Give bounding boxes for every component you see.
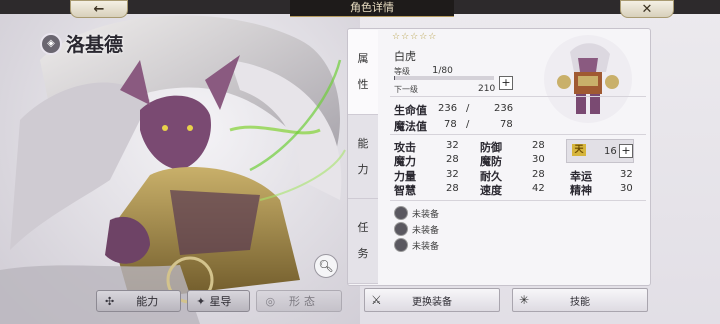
change-equipment-label: 更换装备 <box>412 296 452 308</box>
mp-current: 78 <box>444 119 457 130</box>
equipment-slot-label: 未装备 <box>412 209 440 220</box>
tab-quests[interactable]: 任 务 <box>348 199 378 285</box>
hp-current: 236 <box>438 103 458 114</box>
back-button[interactable]: ← <box>70 0 128 18</box>
equipment-slot-icon <box>394 238 408 252</box>
star-guide-icon: ✦ <box>196 294 206 308</box>
mp-row: 魔法值 78 / 78 <box>394 118 513 134</box>
stat-magic-value: 28 <box>446 154 459 165</box>
equipment-slot[interactable]: 未装备 <box>394 206 439 220</box>
ability-button[interactable]: ✣ 能力 <box>96 290 182 312</box>
character-chibi-sprite <box>544 35 632 123</box>
star-guide-button[interactable]: ✦ 星导 <box>187 290 251 312</box>
stat-wisdom-label: 智慧 <box>394 184 416 197</box>
hp-sep: / <box>466 103 470 114</box>
stat-spirit-value: 30 <box>620 183 633 194</box>
mp-max: 78 <box>500 119 513 130</box>
divider <box>390 96 646 97</box>
page-title: 角色详情 <box>290 0 454 17</box>
side-tabs: 属 性 能 力 任 务 <box>348 30 378 285</box>
level-current: 1 <box>432 65 439 76</box>
skills-label: 技能 <box>570 296 590 308</box>
level-max: 80 <box>441 66 453 76</box>
class-name: 白虎 <box>394 50 416 63</box>
stat-magic-label: 魔力 <box>394 155 416 168</box>
element-orb-icon: ◈ <box>40 32 62 55</box>
equipment-slot-label: 未装备 <box>412 225 440 236</box>
close-button[interactable]: ✕ <box>620 0 674 18</box>
stat-endurance-value: 28 <box>532 169 545 180</box>
close-icon: ✕ <box>641 1 653 17</box>
bonus-points-value: 16 <box>604 146 617 157</box>
hp-max: 236 <box>494 103 514 114</box>
equipment-slot[interactable]: 未装备 <box>394 238 439 252</box>
exp-bar <box>394 76 494 80</box>
skills-button[interactable]: ✳ 技能 <box>512 288 648 312</box>
bonus-points-icon: 天 <box>572 144 586 156</box>
next-level-value: 210 <box>478 84 496 94</box>
bonus-points-plus-button[interactable]: + <box>619 144 633 158</box>
zoom-button[interactable]: 🔍︎ <box>314 254 338 278</box>
tab-attributes[interactable]: 属 性 <box>348 30 378 115</box>
hp-label: 生命值 <box>394 104 427 117</box>
form-button[interactable]: ◎ 形态 <box>256 290 343 312</box>
sparkle-icon: ✳ <box>519 293 530 307</box>
form-label: 形态 <box>289 295 320 308</box>
form-icon: ◎ <box>265 294 276 308</box>
tab-abilities[interactable]: 能 力 <box>348 114 378 200</box>
equipment-slot-icon <box>394 222 408 236</box>
ability-icon: ✣ <box>105 294 115 308</box>
divider <box>390 200 646 201</box>
tab-attributes-label: 属 性 <box>357 51 369 91</box>
change-equipment-button[interactable]: ⚔ 更换装备 <box>364 288 500 312</box>
exp-bar-fill <box>394 76 395 80</box>
star-rating: ☆☆☆☆☆ <box>392 32 438 42</box>
next-level-label: 下一级 <box>394 85 418 94</box>
star-guide-label: 星导 <box>209 295 232 308</box>
level-up-plus-button[interactable]: + <box>499 76 513 90</box>
mp-sep: / <box>466 119 470 130</box>
stat-mdef-label: 魔防 <box>480 155 502 168</box>
back-arrow-icon: ← <box>93 1 105 17</box>
equipment-slot-label: 未装备 <box>412 241 440 252</box>
divider <box>390 134 646 135</box>
equipment-slot-icon <box>394 206 408 220</box>
equipment-slot[interactable]: 未装备 <box>394 222 439 236</box>
character-name: 洛基德 <box>66 34 124 56</box>
stat-spirit-label: 精神 <box>570 184 592 197</box>
level-value: 1/80 <box>432 65 453 76</box>
mp-label: 魔法值 <box>394 120 427 133</box>
stat-strength-value: 32 <box>446 169 459 180</box>
character-name-plate: ◈ 洛基德 <box>40 30 123 57</box>
magnifier-icon: 🔍︎ <box>318 259 334 273</box>
ability-label: 能力 <box>136 295 159 308</box>
tab-quests-label: 任 务 <box>357 221 369 261</box>
bottom-left-buttons: ✣ 能力 ✦ 星导 ◎ 形态 <box>96 290 343 312</box>
stat-defense-value: 28 <box>532 140 545 151</box>
stat-mdef-value: 30 <box>532 154 545 165</box>
stat-speed-label: 速度 <box>480 184 502 197</box>
stat-wisdom-value: 28 <box>446 183 459 194</box>
sword-icon: ⚔ <box>371 293 382 307</box>
tab-abilities-label: 能 力 <box>357 136 369 176</box>
hp-row: 生命值 236 / 236 <box>394 102 513 118</box>
stat-attack-value: 32 <box>446 140 459 151</box>
stat-speed-value: 42 <box>532 183 545 194</box>
stat-luck-value: 32 <box>620 169 633 180</box>
